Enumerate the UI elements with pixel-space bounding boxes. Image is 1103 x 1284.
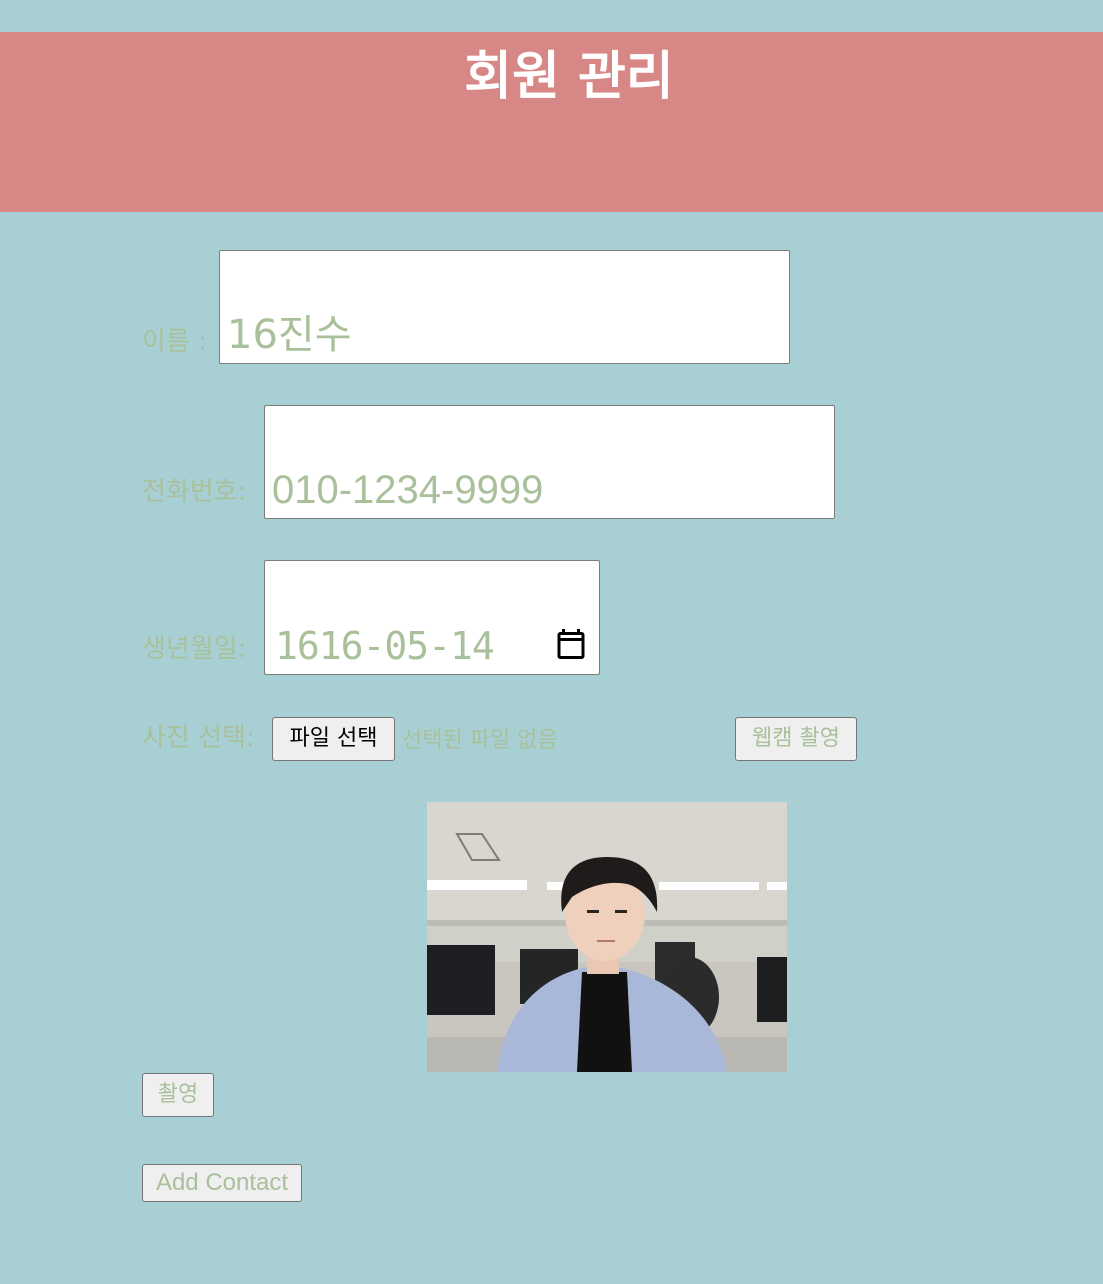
birth-date-input[interactable]: 1616-05-14: [264, 560, 600, 675]
name-label: 이름 :: [142, 327, 207, 357]
capture-button[interactable]: 촬영: [142, 1073, 214, 1117]
header-banner: 회원 관리: [0, 32, 1103, 212]
birth-date-value: 1616-05-14: [275, 624, 495, 668]
phone-value: 010-1234-9999: [272, 468, 544, 512]
photo-label: 사진 선택:: [142, 723, 255, 753]
webcam-capture-button[interactable]: 웹캠 촬영: [735, 717, 857, 761]
calendar-icon[interactable]: [553, 624, 589, 664]
phone-label: 전화번호:: [142, 477, 247, 507]
birth-label: 생년월일:: [142, 634, 247, 664]
file-status-text: 선택된 파일 없음: [402, 728, 558, 753]
webcam-photo-preview: [427, 802, 787, 1072]
file-select-button[interactable]: 파일 선택: [272, 717, 395, 761]
name-value: 16진수: [227, 312, 352, 358]
page-title: 회원 관리: [464, 47, 674, 107]
name-input[interactable]: 16진수: [219, 250, 790, 364]
add-contact-button[interactable]: Add Contact: [142, 1164, 302, 1202]
phone-input[interactable]: 010-1234-9999: [264, 405, 835, 519]
photo-illustration: [427, 802, 787, 1072]
